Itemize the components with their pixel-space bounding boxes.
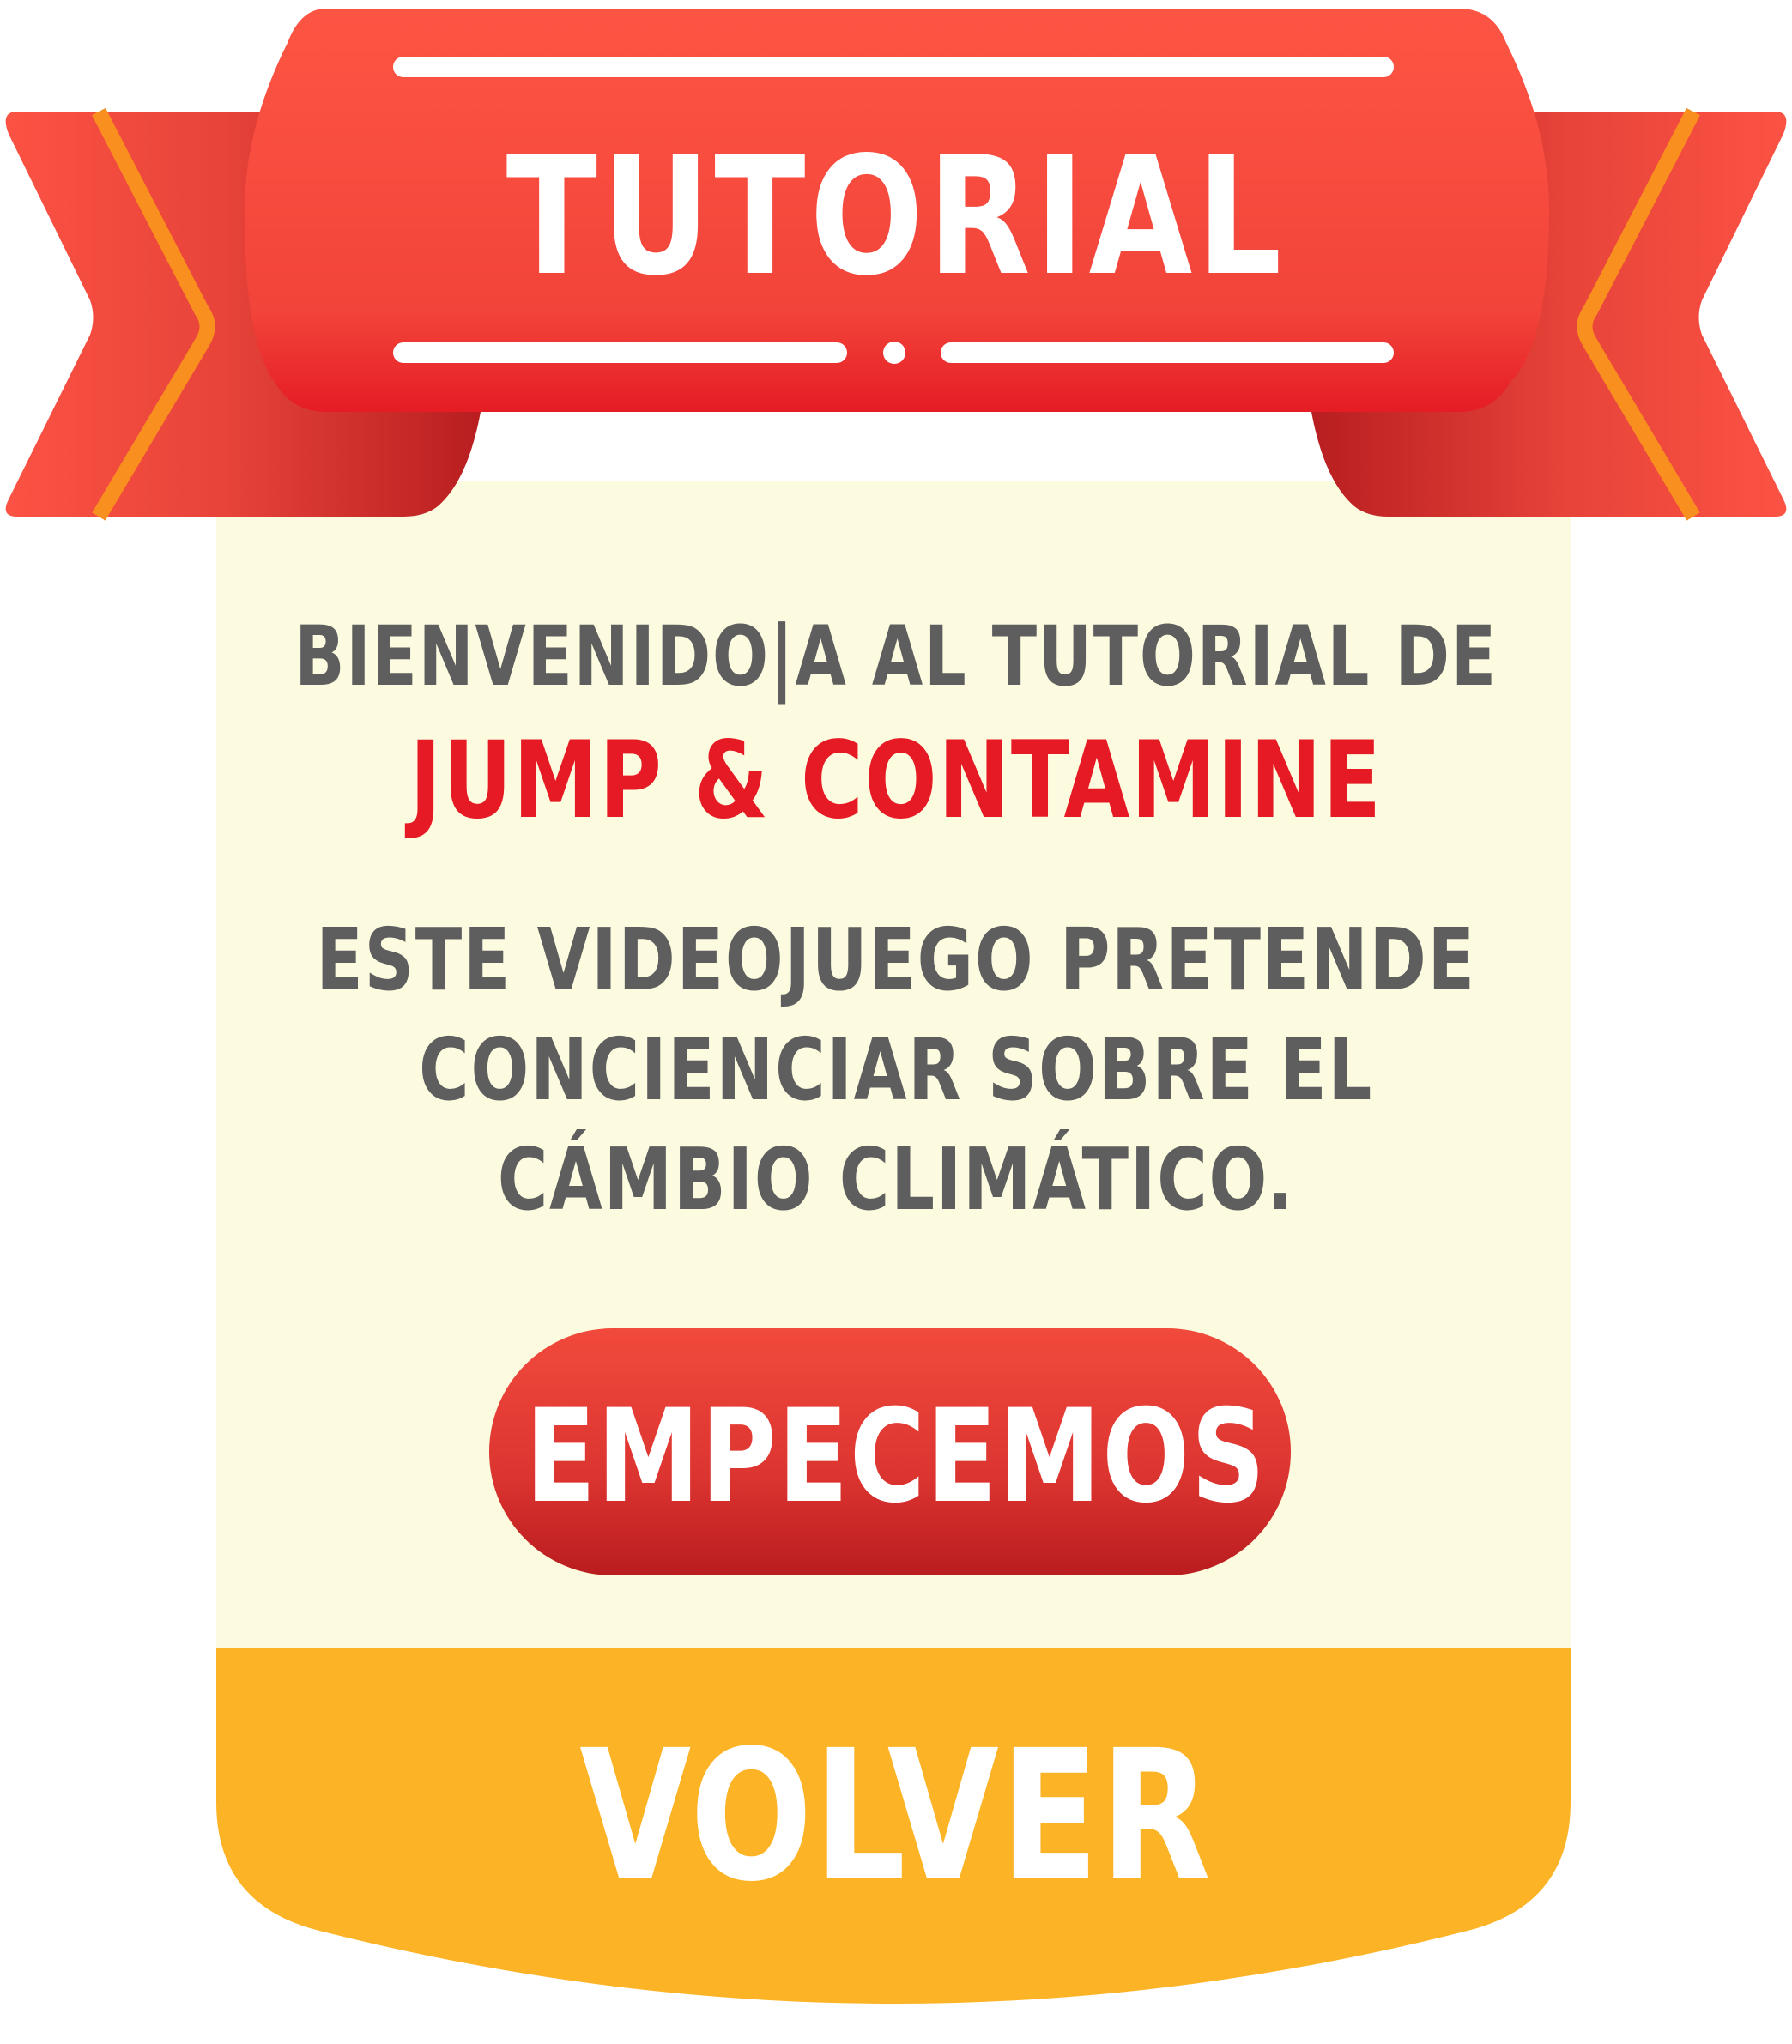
description-text: ESTE VIDEOJUEGO PRETENDE CONCIENCIAR SOB… <box>179 905 1613 1235</box>
tutorial-panel: TUTORIAL BIENVENIDO|A AL TUTORIAL DE JUM… <box>0 0 1792 2044</box>
welcome-text: BIENVENIDO|A AL TUTORIAL DE <box>294 608 1498 705</box>
description-line: ESTE VIDEOJUEGO PRETENDE <box>316 910 1476 1010</box>
description-line: CONCIENCIAR SOBRE EL <box>419 1019 1373 1120</box>
description-line: CÁMBIO CLIMÁTICO. <box>497 1129 1295 1230</box>
start-button-label[interactable]: EMPECEMOS <box>179 1393 1613 1521</box>
tutorial-title: TUTORIAL <box>506 122 1286 311</box>
game-name: JUMP & CONTAMINE <box>409 719 1383 843</box>
back-button-label[interactable]: VOLVER <box>179 1727 1613 1907</box>
